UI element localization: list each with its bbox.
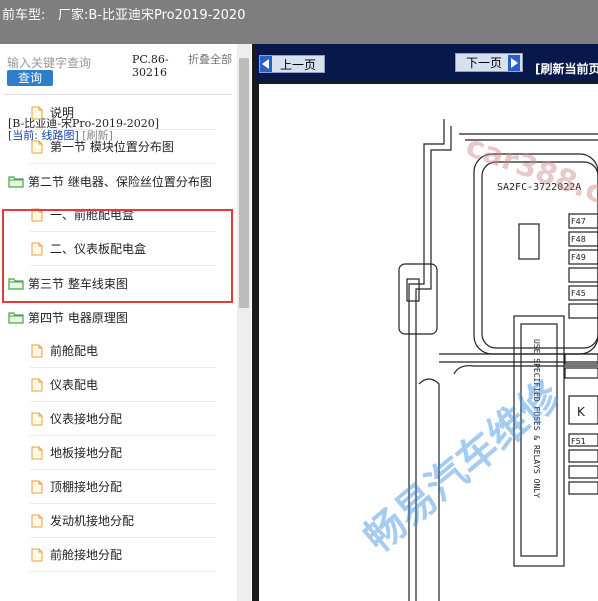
file-icon: [30, 514, 44, 528]
file-icon: [30, 106, 44, 120]
tree-item-label: 第二节 继电器、保险丝位置分布图: [28, 174, 212, 189]
file-icon: [30, 378, 44, 392]
prev-page-label: 上一页: [280, 57, 317, 72]
fuse-label-4: F45: [571, 289, 586, 298]
file-icon: [30, 412, 44, 426]
tree-file-item[interactable]: 顶棚接地分配: [30, 470, 216, 504]
query-button[interactable]: 查询: [7, 70, 53, 86]
file-icon: [30, 548, 44, 562]
fuse-box-diagram: SA2FC-3722022A USE SPECIFIED FUSES & REL…: [356, 119, 598, 601]
tree-file-item[interactable]: 说明: [30, 96, 216, 130]
fuse-label-1: F47: [571, 217, 586, 226]
next-page-label: 下一页: [466, 56, 503, 70]
tree-file-item[interactable]: 前舱接地分配: [30, 538, 216, 572]
tree-item-label: 前舱接地分配: [50, 548, 123, 562]
header-maker: 厂家:B-比亚迪宋Pro2019-2020: [58, 8, 246, 23]
file-icon: [30, 140, 44, 154]
fuse-label-3: F49: [571, 253, 586, 262]
folder-icon: [8, 174, 24, 188]
tree-item-label: 顶棚接地分配: [50, 480, 123, 494]
arrow-left-icon: [260, 56, 272, 72]
prev-page-button[interactable]: 上一页: [259, 55, 325, 73]
collapse-all-link[interactable]: 折叠全部: [188, 53, 232, 66]
divider: [4, 94, 232, 95]
tree-file-item[interactable]: 发动机接地分配: [30, 504, 216, 538]
tree-item-label: 第四节 电器原理图: [28, 310, 128, 325]
document-page: SA2FC-3722022A USE SPECIFIED FUSES & REL…: [259, 84, 598, 601]
header-label: 前车型:: [2, 8, 46, 23]
tree-item-label: 发动机接地分配: [50, 514, 135, 528]
next-page-button[interactable]: 下一页: [455, 53, 523, 72]
tree-item-label: 前舱配电: [50, 344, 99, 358]
tree-folder-item[interactable]: 第四节 电器原理图: [8, 300, 232, 334]
tree-file-item[interactable]: 仪表接地分配: [30, 402, 216, 436]
tree-file-item[interactable]: 前舱配电: [30, 334, 216, 368]
top-bar: 前车型: 厂家:B-比亚迪宋Pro2019-2020: [0, 0, 598, 44]
file-icon: [30, 344, 44, 358]
fuse-label-2: F48: [571, 235, 586, 244]
tree-file-item[interactable]: 第一节 模块位置分布图: [30, 130, 216, 164]
tree-file-item[interactable]: 仪表配电: [30, 368, 216, 402]
refresh-page-link[interactable]: [刷新当前页]: [535, 60, 598, 77]
tree-file-item[interactable]: 地板接地分配: [30, 436, 216, 470]
highlight-box: [2, 209, 233, 303]
file-icon: [30, 480, 44, 494]
diagram-box-k: K: [577, 405, 586, 419]
left-scrollbar-thumb[interactable]: [239, 58, 249, 308]
arrow-right-icon: [508, 54, 521, 71]
tree-item-label: 第一节 模块位置分布图: [50, 140, 174, 154]
folder-icon: [8, 310, 24, 324]
tree-item-label: 地板接地分配: [50, 446, 123, 460]
tree-item-label: 仪表配电: [50, 378, 99, 392]
tree-item-label: 仪表接地分配: [50, 412, 123, 426]
version-code: PC.86-30216: [132, 53, 169, 79]
tree-item-label: 说明: [50, 106, 75, 120]
file-icon: [30, 446, 44, 460]
tree-folder-item[interactable]: 第二节 继电器、保险丝位置分布图: [8, 164, 232, 198]
fuse-label-5: F51: [571, 437, 586, 446]
